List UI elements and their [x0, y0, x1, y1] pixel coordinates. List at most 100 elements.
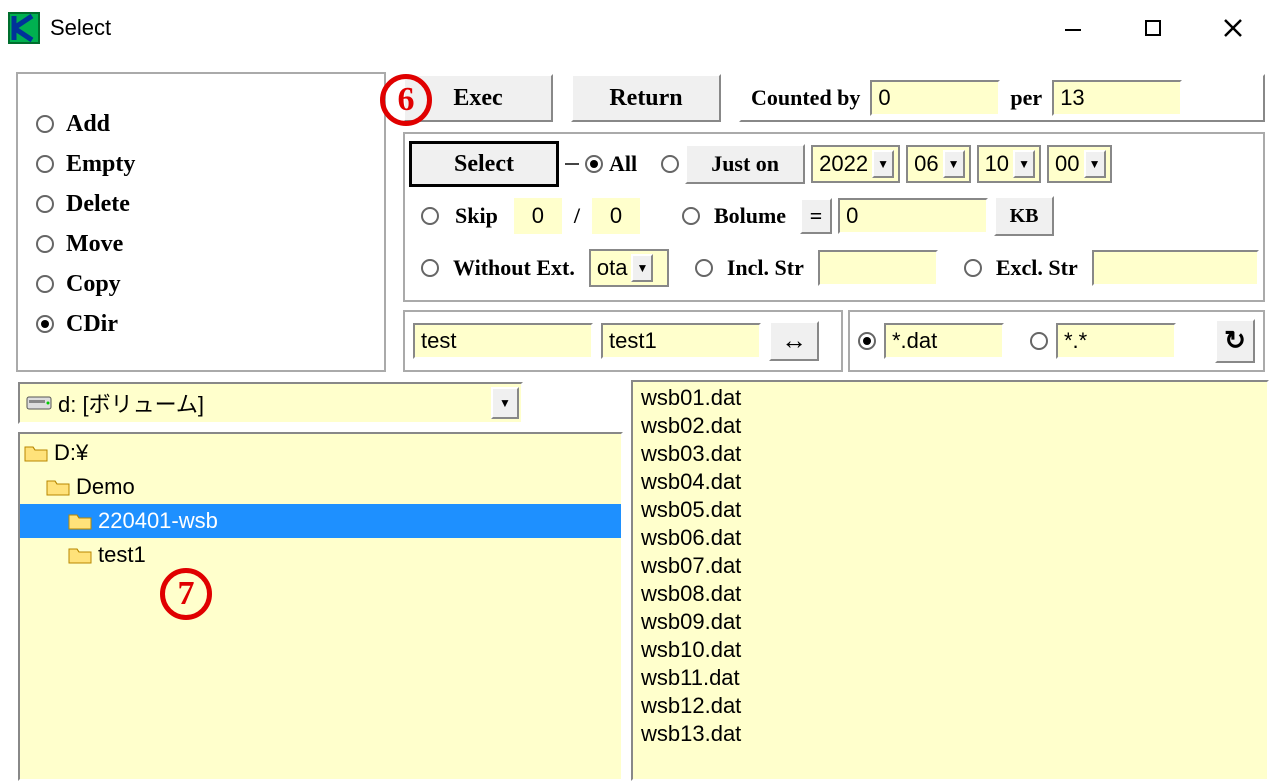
file-list[interactable]: wsb01.datwsb02.datwsb03.datwsb04.datwsb0… — [631, 380, 1269, 781]
top-toolbar: Exec Return Counted by per — [403, 72, 1265, 124]
just-on-button[interactable]: Just on — [685, 144, 805, 184]
connector-line — [565, 163, 579, 165]
name-group: ↔ — [403, 310, 843, 372]
bolume-unit-button[interactable]: KB — [994, 196, 1054, 236]
hour-dropdown[interactable]: 00▼ — [1047, 145, 1111, 183]
radio-label: CDir — [66, 311, 118, 338]
tree-item[interactable]: test1 — [20, 538, 621, 572]
tree-item-label: D:¥ — [54, 440, 88, 466]
counted-panel: Counted by per — [739, 74, 1265, 122]
radio-icon — [36, 155, 54, 173]
radio-skip[interactable] — [421, 207, 439, 225]
drive-icon — [26, 393, 52, 413]
radio-label: Move — [66, 231, 123, 258]
day-dropdown[interactable]: 10▼ — [977, 145, 1041, 183]
incl-str-input[interactable] — [818, 250, 938, 286]
skip-b[interactable]: 0 — [592, 198, 640, 234]
without-ext-label: Without Ext. — [453, 255, 575, 281]
bolume-input[interactable] — [838, 198, 988, 234]
chevron-down-icon: ▼ — [943, 150, 965, 178]
radio-label: Add — [66, 111, 110, 138]
year-dropdown[interactable]: 2022▼ — [811, 145, 900, 183]
year-value: 2022 — [819, 151, 868, 177]
day-value: 10 — [985, 151, 1009, 177]
radio-empty[interactable]: Empty — [36, 144, 366, 184]
drive-label: d: [ボリューム] — [58, 387, 204, 419]
radio-copy[interactable]: Copy — [36, 264, 366, 304]
file-item[interactable]: wsb12.dat — [641, 692, 1259, 720]
file-item[interactable]: wsb02.dat — [641, 412, 1259, 440]
file-item[interactable]: wsb08.dat — [641, 580, 1259, 608]
radio-move[interactable]: Move — [36, 224, 366, 264]
return-button[interactable]: Return — [571, 74, 721, 122]
ext-all-input[interactable] — [1056, 323, 1176, 359]
radio-all[interactable] — [585, 155, 603, 173]
name-b-input[interactable] — [601, 323, 761, 359]
radio-icon — [36, 195, 54, 213]
tree-item-label: 220401-wsb — [98, 508, 218, 534]
radio-excl-str[interactable] — [964, 259, 982, 277]
main-area: Add Empty Delete Move Copy CDir Exec Ret… — [8, 62, 1269, 781]
chevron-down-icon: ▼ — [491, 387, 519, 419]
tree-pane: d: [ボリューム] ▼ D:¥ Demo 220401-wsb test1 — [8, 380, 625, 781]
radio-ext-all[interactable] — [1030, 332, 1048, 350]
file-item[interactable]: wsb01.dat — [641, 384, 1259, 412]
radio-cdir[interactable]: CDir — [36, 304, 366, 344]
annotation-6: 6 — [380, 74, 432, 126]
file-item[interactable]: wsb05.dat — [641, 496, 1259, 524]
radio-icon — [36, 315, 54, 333]
operation-group: Add Empty Delete Move Copy CDir — [16, 72, 386, 372]
refresh-button[interactable]: ↻ — [1215, 319, 1255, 363]
tree-item[interactable]: Demo — [20, 470, 621, 504]
radio-without-ext[interactable] — [421, 259, 439, 277]
without-ext-value: ota — [597, 255, 628, 281]
all-label: All — [609, 151, 637, 177]
tree-item[interactable]: 220401-wsb — [20, 504, 621, 538]
radio-ext-dat[interactable] — [858, 332, 876, 350]
incl-str-label: Incl. Str — [727, 255, 804, 281]
close-button[interactable] — [1213, 8, 1253, 48]
bolume-eq-button[interactable]: = — [800, 198, 832, 234]
window-title: Select — [50, 15, 1053, 41]
per-label: per — [1010, 85, 1042, 111]
month-dropdown[interactable]: 06▼ — [906, 145, 970, 183]
file-item[interactable]: wsb06.dat — [641, 524, 1259, 552]
file-item[interactable]: wsb10.dat — [641, 636, 1259, 664]
minimize-button[interactable] — [1053, 8, 1093, 48]
radio-delete[interactable]: Delete — [36, 184, 366, 224]
skip-label: Skip — [455, 203, 498, 229]
extension-group: ↻ — [848, 310, 1265, 372]
name-a-input[interactable] — [413, 323, 593, 359]
month-value: 06 — [914, 151, 938, 177]
per-input[interactable] — [1052, 80, 1182, 116]
file-item[interactable]: wsb13.dat — [641, 720, 1259, 748]
tree-item[interactable]: D:¥ — [20, 436, 621, 470]
radio-label: Copy — [66, 271, 121, 298]
tree-item-label: test1 — [98, 542, 146, 568]
file-item[interactable]: wsb09.dat — [641, 608, 1259, 636]
file-item[interactable]: wsb04.dat — [641, 468, 1259, 496]
excl-str-label: Excl. Str — [996, 255, 1078, 281]
drive-dropdown[interactable]: d: [ボリューム] ▼ — [18, 382, 523, 424]
select-button[interactable]: Select — [409, 141, 559, 187]
filter-group: Select All Just on 2022▼ 06▼ 10▼ 00▼ Ski… — [403, 132, 1265, 302]
excl-str-input[interactable] — [1092, 250, 1259, 286]
chevron-down-icon: ▼ — [872, 150, 894, 178]
radio-just-on[interactable] — [661, 155, 679, 173]
skip-a[interactable]: 0 — [514, 198, 562, 234]
file-item[interactable]: wsb03.dat — [641, 440, 1259, 468]
skip-slash: / — [574, 203, 580, 229]
counted-by-input[interactable] — [870, 80, 1000, 116]
file-item[interactable]: wsb11.dat — [641, 664, 1259, 692]
swap-button[interactable]: ↔ — [769, 321, 819, 361]
without-ext-dropdown[interactable]: ota▼ — [589, 249, 669, 287]
ext-dat-input[interactable] — [884, 323, 1004, 359]
folder-tree[interactable]: D:¥ Demo 220401-wsb test1 — [18, 432, 623, 781]
file-item[interactable]: wsb07.dat — [641, 552, 1259, 580]
maximize-button[interactable] — [1133, 8, 1173, 48]
titlebar: Select — [0, 0, 1269, 55]
radio-bolume[interactable] — [682, 207, 700, 225]
bolume-label: Bolume — [714, 203, 786, 229]
radio-add[interactable]: Add — [36, 104, 366, 144]
radio-incl-str[interactable] — [695, 259, 713, 277]
